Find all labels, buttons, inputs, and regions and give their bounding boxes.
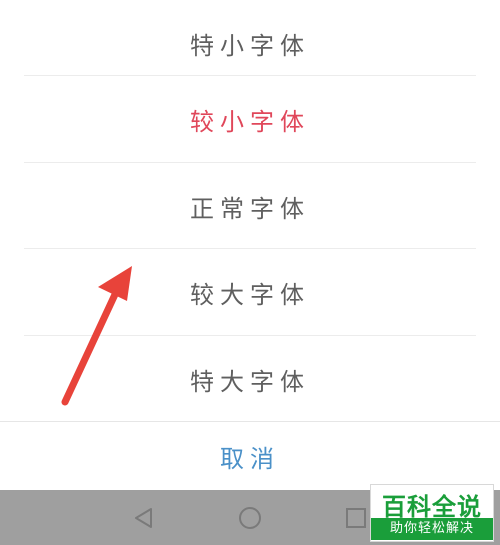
watermark-title: 百科全说 <box>382 493 482 521</box>
home-icon[interactable] <box>234 502 266 534</box>
cancel-label: 取消 <box>220 444 280 473</box>
watermark-logo: 百科全说 助你轻松解决 <box>370 484 494 542</box>
font-option-large[interactable]: 较大字体 <box>0 249 500 335</box>
font-option-label: 较小字体 <box>190 107 310 136</box>
cancel-button[interactable]: 取消 <box>0 422 500 490</box>
back-icon[interactable] <box>128 502 160 534</box>
recents-icon[interactable] <box>340 502 372 534</box>
font-option-label: 正常字体 <box>190 194 310 223</box>
font-option-label: 较大字体 <box>190 280 310 309</box>
font-option-small[interactable]: 较小字体 <box>0 76 500 162</box>
font-option-normal[interactable]: 正常字体 <box>0 163 500 249</box>
watermark-subtitle: 助你轻松解决 <box>371 518 493 540</box>
font-option-extra-large[interactable]: 特大字体 <box>0 336 500 422</box>
font-option-label: 特大字体 <box>190 367 310 396</box>
font-size-dialog: 特小字体 较小字体 正常字体 较大字体 特大字体 取消 <box>0 0 500 490</box>
font-option-extra-small[interactable]: 特小字体 <box>0 0 500 86</box>
font-option-label: 特小字体 <box>190 31 310 60</box>
